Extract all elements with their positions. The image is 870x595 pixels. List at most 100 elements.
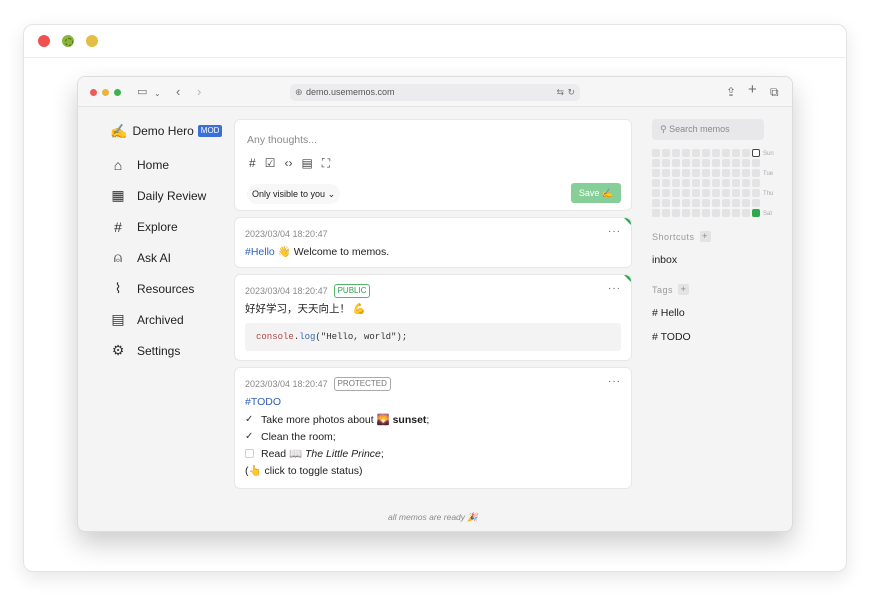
translate-icon[interactable]: ⇆ xyxy=(556,84,564,101)
todo-item[interactable]: Read 📖 The Little Prince; xyxy=(245,445,621,462)
sidebar-item-settings[interactable]: ⚙ Settings xyxy=(110,335,240,366)
todo-item[interactable]: ✓ Take more photos about 🌄 sunset; xyxy=(245,411,621,428)
minimize-button[interactable] xyxy=(62,35,74,47)
heatmap-cell xyxy=(732,169,740,177)
add-tag-button[interactable]: + xyxy=(678,284,690,295)
check-icon[interactable]: ✓ xyxy=(245,431,255,442)
heatmap-cell xyxy=(702,179,710,187)
fullscreen-icon[interactable]: ⛶ xyxy=(322,156,330,171)
todo-item[interactable]: ✓ Clean the room; xyxy=(245,428,621,445)
heatmap-cell xyxy=(692,179,700,187)
heatmap-cell xyxy=(732,179,740,187)
todo-end: ; xyxy=(426,414,430,426)
code-args: ("Hello, world"); xyxy=(315,332,408,342)
heatmap-cell xyxy=(652,149,660,157)
memo-hint: (👆 click to toggle status) xyxy=(245,465,363,477)
code-icon[interactable]: ‹› xyxy=(284,156,292,171)
sidebar-item-label: Daily Review xyxy=(137,188,207,203)
tag-item[interactable]: # TODO xyxy=(652,325,782,349)
heatmap-cell xyxy=(692,149,700,157)
heatmap-cell xyxy=(672,189,680,197)
heatmap-cell xyxy=(672,169,680,177)
check-icon[interactable]: ✓ xyxy=(245,414,255,425)
chevron-down-icon: ⌄ xyxy=(327,189,336,199)
memo-tag[interactable]: #TODO xyxy=(245,396,281,408)
heatmap-cell xyxy=(692,159,700,167)
sidebar-item-explore[interactable]: # Explore xyxy=(110,211,240,242)
tags-header: Tags + xyxy=(652,284,782,295)
heatmap-cell xyxy=(702,159,710,167)
search-input[interactable]: ⚲ Search memos xyxy=(652,119,764,140)
heatmap-cell xyxy=(692,199,700,207)
heatmap-cell xyxy=(692,189,700,197)
checkbox[interactable] xyxy=(245,449,254,458)
tabs-overview-icon[interactable]: ⧉ xyxy=(770,85,779,99)
hash-icon: # xyxy=(114,218,122,235)
share-icon[interactable]: ⇪ xyxy=(726,85,736,99)
memo-editor[interactable]: Any thoughts... # ☑ ‹› ▤ ⛶ Only visible … xyxy=(234,119,632,211)
heatmap-cell xyxy=(712,199,720,207)
heatmap-cell xyxy=(752,179,760,187)
heatmap-cell xyxy=(752,199,760,207)
visibility-select[interactable]: Only visible to you ⌄ xyxy=(247,184,341,204)
bot-icon: ⍝ xyxy=(113,249,123,265)
heatmap-cell xyxy=(742,209,750,217)
checkbox-icon[interactable]: ☑ xyxy=(265,156,276,171)
heatmap-cell xyxy=(742,199,750,207)
heatmap-cell xyxy=(682,189,690,197)
save-button[interactable]: Save ✍️ xyxy=(571,183,621,203)
more-icon[interactable]: ··· xyxy=(608,283,621,294)
heatmap-cell xyxy=(722,179,730,187)
sidebar-item-daily-review[interactable]: ▦ Daily Review xyxy=(110,180,240,211)
new-tab-icon[interactable]: + xyxy=(748,82,757,97)
sidebar-item-label: Settings xyxy=(137,343,181,358)
code-function: log xyxy=(299,332,316,342)
todo-italic: The Little Prince xyxy=(305,448,381,460)
file-icon[interactable]: ▤ xyxy=(301,156,312,171)
browser-minimize-button[interactable] xyxy=(102,89,109,96)
heatmap-cell xyxy=(672,199,680,207)
sidebar-item-resources[interactable]: ⌇ Resources xyxy=(110,273,240,304)
sidebar-item-ask-ai[interactable]: ⍝ Ask AI xyxy=(110,242,240,273)
heatmap-cell xyxy=(662,209,670,217)
tag-item[interactable]: # Hello xyxy=(652,301,782,325)
sidebar-item-archived[interactable]: ▤ Archived xyxy=(110,304,240,335)
sidebar-toggle-icon[interactable]: ▭ xyxy=(137,85,147,99)
shortcut-item[interactable]: inbox xyxy=(652,248,782,272)
browser-zoom-button[interactable] xyxy=(114,89,121,96)
visibility-badge: PROTECTED xyxy=(333,377,391,391)
url-text: demo.usememos.com xyxy=(306,87,395,97)
heatmap-cell xyxy=(662,179,670,187)
todo-text: Clean the room; xyxy=(261,430,336,443)
more-icon[interactable]: ··· xyxy=(608,226,621,237)
heatmap-cell xyxy=(682,159,690,167)
heatmap-cell xyxy=(742,149,750,157)
heatmap-cell xyxy=(752,209,760,217)
globe-icon: ⊕ xyxy=(295,87,303,97)
todo-text: Take more photos about 🌄 xyxy=(261,414,393,426)
editor-placeholder[interactable]: Any thoughts... xyxy=(247,134,317,146)
back-icon[interactable]: ‹ xyxy=(176,85,180,99)
paperclip-icon: ⌇ xyxy=(114,280,122,296)
reload-icon[interactable]: ↻ xyxy=(567,84,575,101)
day-label: Sun xyxy=(763,151,774,157)
heatmap-cell xyxy=(742,159,750,167)
brand[interactable]: ✍️ Demo Hero MOD xyxy=(110,121,240,141)
heatmap-cell xyxy=(732,209,740,217)
add-shortcut-button[interactable]: + xyxy=(699,231,711,242)
chevron-down-icon[interactable]: ⌄ xyxy=(154,87,161,101)
close-button[interactable] xyxy=(38,35,50,47)
heatmap-cell xyxy=(662,159,670,167)
heatmap-cell xyxy=(722,189,730,197)
tag-icon[interactable]: # xyxy=(249,156,256,171)
browser-close-button[interactable] xyxy=(90,89,97,96)
sidebar-item-home[interactable]: ⌂ Home xyxy=(110,149,240,180)
address-bar[interactable]: ⊕ demo.usememos.com ⇆ ↻ xyxy=(290,84,580,101)
more-icon[interactable]: ··· xyxy=(608,376,621,387)
heatmap-cell xyxy=(662,199,670,207)
brand-emoji: ✍️ xyxy=(110,122,128,139)
browser-window: ▭ ⌄ ‹ › ⊕ demo.usememos.com ⇆ ↻ ⇪ + ⧉ ✍️… xyxy=(77,76,793,532)
zoom-button[interactable] xyxy=(86,35,98,47)
heatmap-cell xyxy=(712,189,720,197)
memo-tag[interactable]: #Hello xyxy=(245,246,275,258)
